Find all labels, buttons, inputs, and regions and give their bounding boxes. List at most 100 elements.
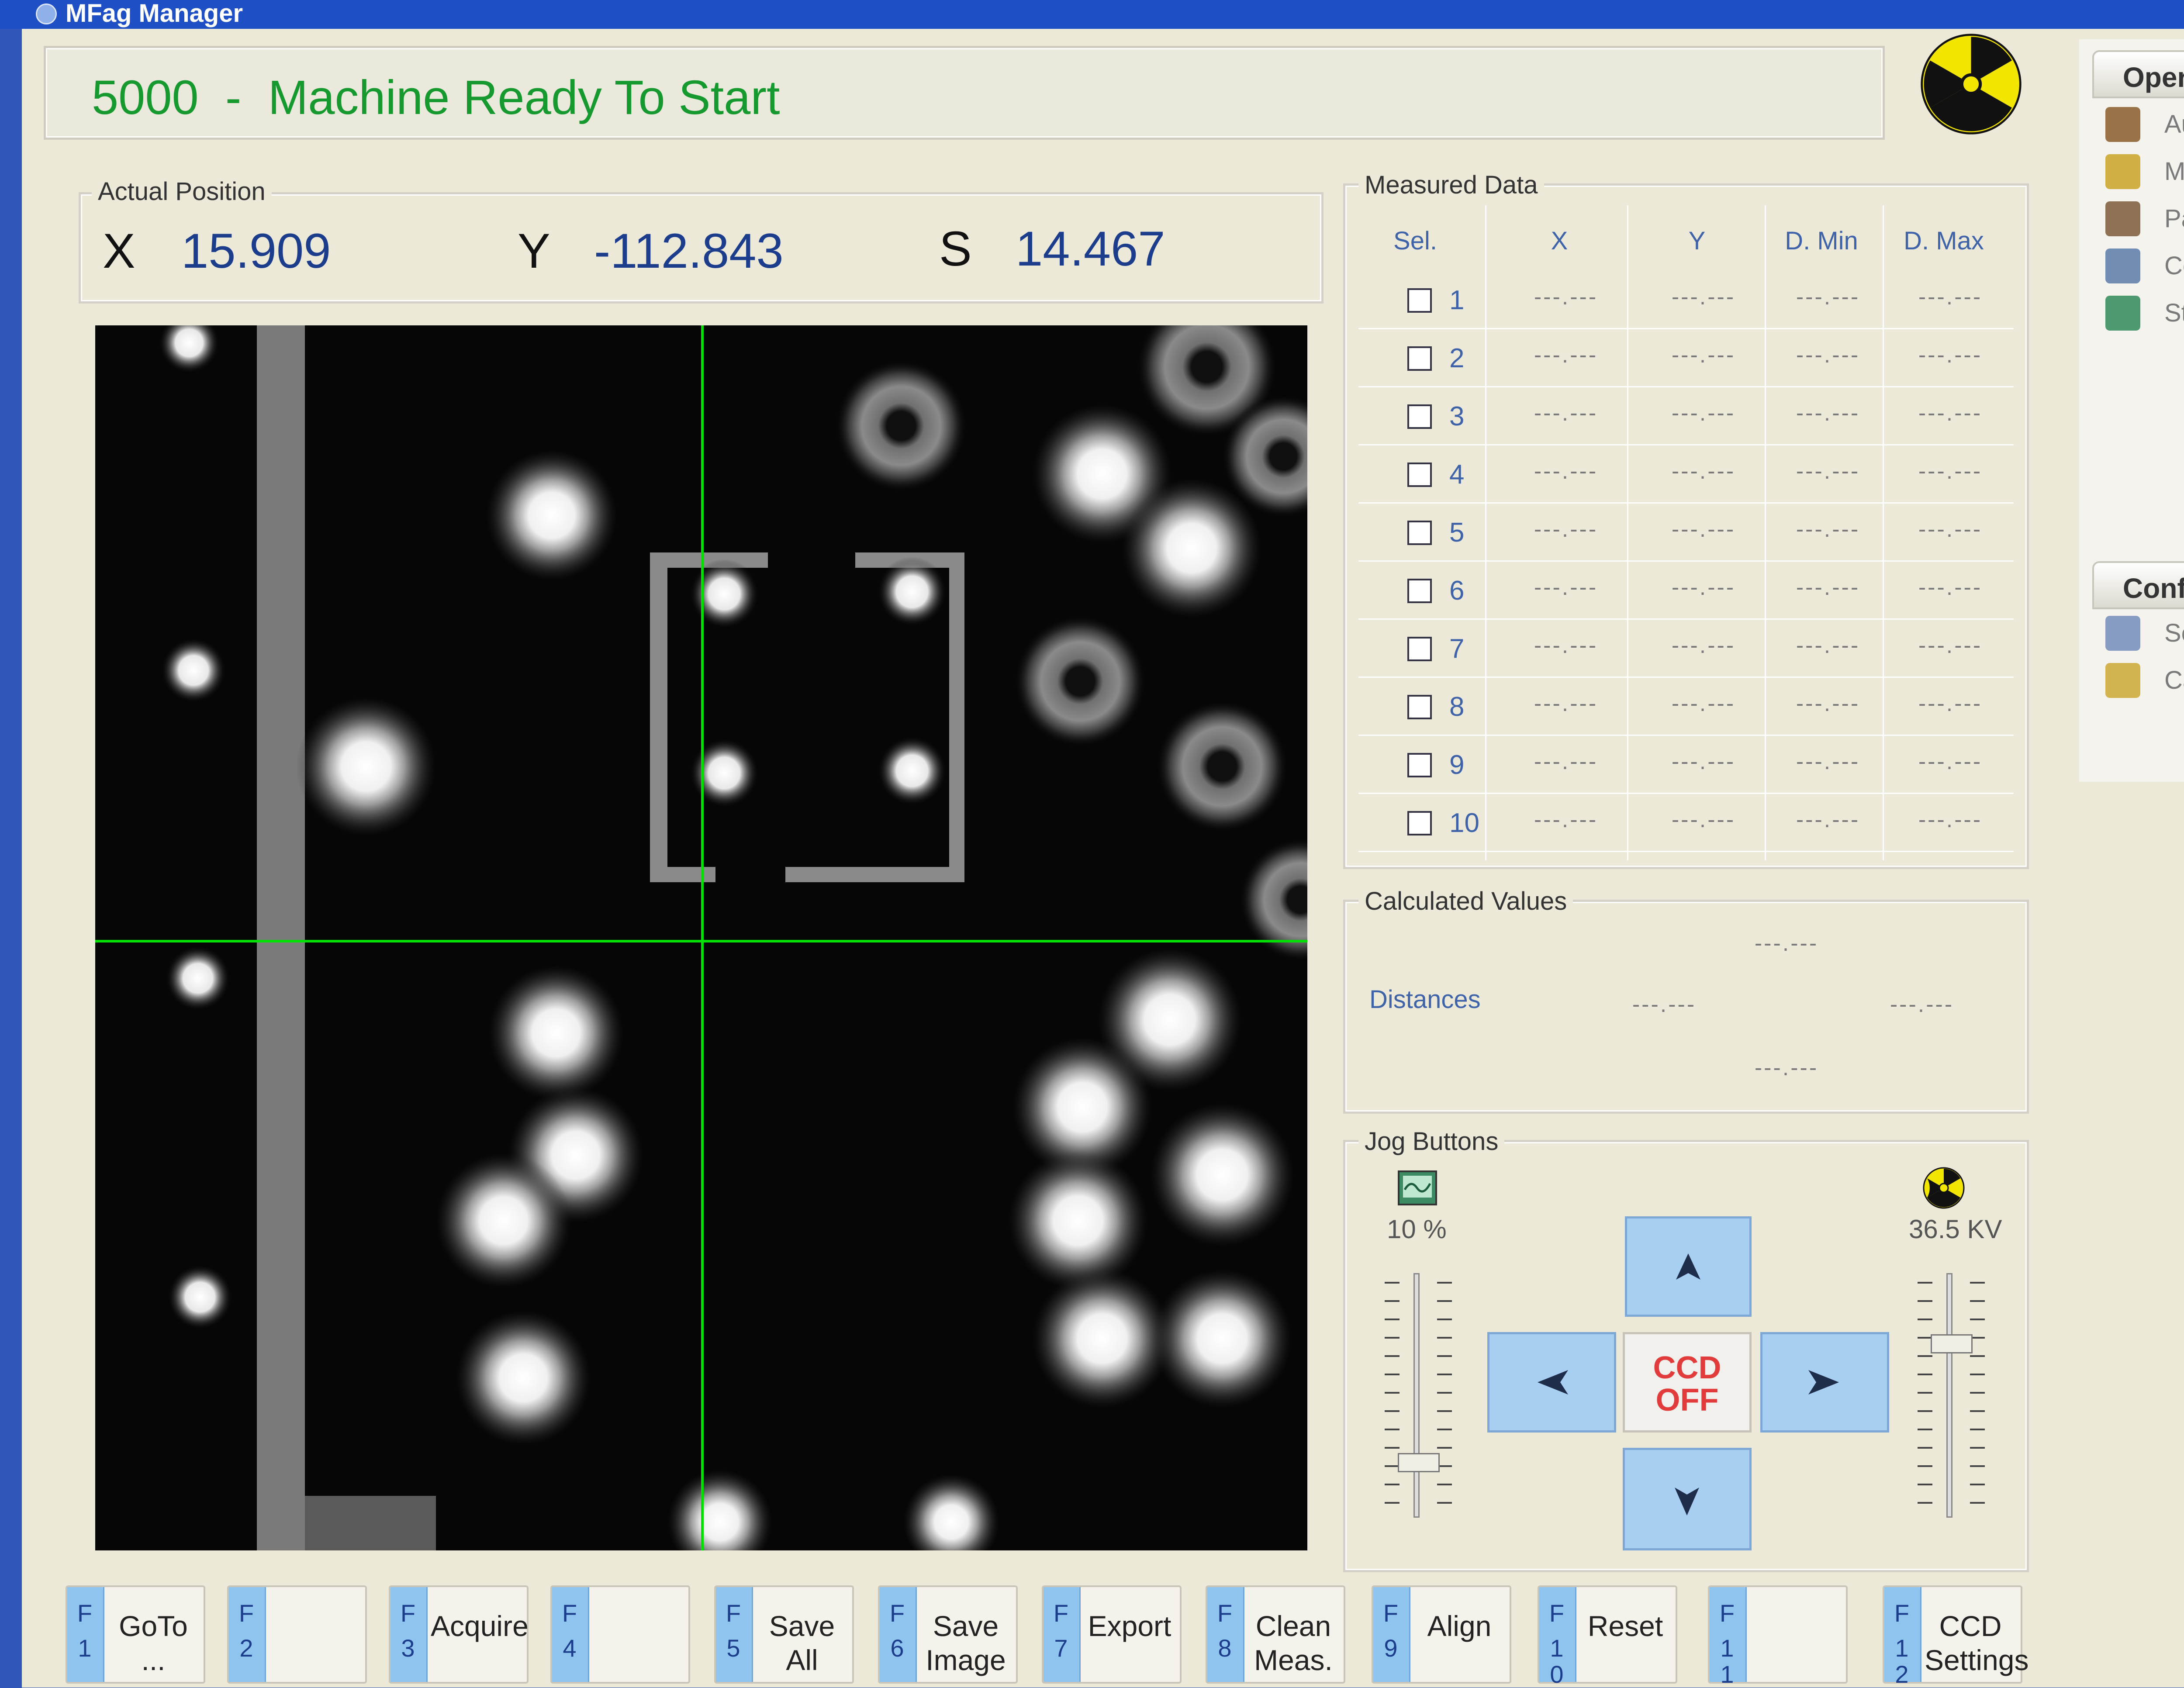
intensity-slider-thumb[interactable] <box>1398 1453 1440 1472</box>
x-axis-label: X <box>103 224 135 278</box>
kv-slider[interactable] <box>1904 1269 2001 1531</box>
sel-header: Sel. <box>1393 227 1437 255</box>
row-select-checkbox[interactable] <box>1407 288 1432 313</box>
slider-tick <box>1970 1410 1985 1412</box>
fkey-letter: F <box>1549 1599 1565 1627</box>
intensity-slider[interactable] <box>1372 1269 1468 1531</box>
radiation-small-icon <box>1923 1167 1965 1209</box>
distance-right-value: ---.--- <box>1890 992 1954 1017</box>
settings-wrench-icon <box>2105 616 2140 651</box>
slider-tick <box>1385 1374 1400 1375</box>
fkey-letter: F <box>1053 1599 1069 1627</box>
fkey-number: 7 <box>1054 1634 1068 1662</box>
slider-tick <box>1437 1447 1452 1449</box>
row-select-checkbox[interactable] <box>1407 404 1432 429</box>
manual-icon <box>2105 154 2140 189</box>
fkey-badge: F1 <box>67 1587 104 1682</box>
row-divider <box>1358 793 2014 794</box>
kv-slider-thumb[interactable] <box>1931 1334 1973 1353</box>
operations-item[interactable]: Manual <box>2164 157 2184 186</box>
intensity-value: 10 % <box>1387 1215 1447 1244</box>
intensity-slider-track <box>1413 1273 1420 1518</box>
reset-button[interactable]: F 10 Reset <box>1538 1585 1677 1688</box>
row-divider <box>1358 328 2014 329</box>
row-divider <box>1358 386 2014 387</box>
row-dmax-value: ---.--- <box>1918 575 1983 600</box>
row-select-checkbox[interactable] <box>1407 811 1432 835</box>
f4-button[interactable]: F4 <box>550 1585 690 1684</box>
row-select-checkbox[interactable] <box>1407 521 1432 545</box>
status-separator: - <box>225 71 242 124</box>
row-select-checkbox[interactable] <box>1407 579 1432 603</box>
operations-item[interactable]: Autom <box>2164 110 2184 139</box>
operations-item[interactable]: Counte <box>2164 251 2184 280</box>
fkey-letter: F <box>77 1599 93 1627</box>
slider-tick <box>1385 1429 1400 1430</box>
row-divider <box>1358 444 2014 445</box>
align-button[interactable]: F 9 Align <box>1372 1585 1511 1684</box>
fkey-letter: F <box>1217 1599 1233 1627</box>
calculated-values-legend: Calculated Values <box>1358 887 1573 916</box>
row-select-checkbox[interactable] <box>1407 637 1432 661</box>
fkey-badge: F 11 <box>1710 1587 1747 1688</box>
jog-right-button[interactable] <box>1760 1332 1889 1433</box>
fkey-label: Acquire <box>431 1610 529 1642</box>
slider-tick <box>1437 1374 1452 1375</box>
fkey-badge: F7 <box>1044 1587 1081 1682</box>
export-button[interactable]: F 7 Export <box>1042 1585 1182 1684</box>
row-number: 7 <box>1449 634 1465 664</box>
fkey-letter: F <box>726 1599 741 1627</box>
acquire-button[interactable]: F 3 Acquire <box>389 1585 529 1684</box>
fkey-number: 9 <box>1384 1634 1398 1662</box>
row-select-checkbox[interactable] <box>1407 753 1432 777</box>
fkey-badge: F4 <box>552 1587 589 1682</box>
row-dmin-value: ---.--- <box>1796 342 1860 368</box>
row-dmax-value: ---.--- <box>1918 517 1983 542</box>
jog-down-button[interactable] <box>1623 1448 1752 1550</box>
configuration-item[interactable]: Calibra <box>2164 666 2184 695</box>
row-x-value: ---.--- <box>1534 807 1598 832</box>
clean-meas-button[interactable]: F 8 Clean Meas. <box>1206 1585 1345 1684</box>
arrow-down-icon <box>1675 1488 1699 1515</box>
monitor-icon <box>1398 1170 1437 1205</box>
xray-camera-view[interactable] <box>95 325 1307 1550</box>
row-select-checkbox[interactable] <box>1407 695 1432 719</box>
row-divider <box>1358 502 2014 504</box>
f11-button[interactable]: F 11 <box>1708 1585 1848 1688</box>
fkey-badge: F2 <box>229 1587 266 1682</box>
row-divider <box>1358 677 2014 678</box>
dmin-header: D. Min <box>1785 227 1858 255</box>
slider-tick <box>1385 1319 1400 1320</box>
jog-left-button[interactable] <box>1487 1332 1616 1433</box>
slider-tick <box>1918 1429 1932 1430</box>
f2-button[interactable]: F2 <box>227 1585 367 1684</box>
distance-top-value: ---.--- <box>1754 931 1819 956</box>
save-all-button[interactable]: F 5 Save All <box>714 1585 854 1684</box>
row-dmax-value: ---.--- <box>1918 342 1983 368</box>
ccd-settings-button[interactable]: F 12 CCD Settings <box>1883 1585 2028 1688</box>
row-number: 2 <box>1449 343 1465 373</box>
row-dmin-value: ---.--- <box>1796 284 1860 310</box>
slider-tick <box>1970 1374 1985 1375</box>
fkey-number: 4 <box>563 1634 577 1662</box>
slider-tick <box>1918 1465 1932 1467</box>
row-dmax-value: ---.--- <box>1918 691 1983 716</box>
row-select-checkbox[interactable] <box>1407 346 1432 371</box>
column-divider <box>1883 205 1884 860</box>
slider-tick <box>1437 1355 1452 1357</box>
save-image-button[interactable]: F 6 Save Image <box>878 1585 1018 1684</box>
goto-button[interactable]: F 1 GoTo ... <box>66 1585 205 1684</box>
fkey-label: Save All <box>769 1610 835 1676</box>
row-select-checkbox[interactable] <box>1407 463 1432 487</box>
ccd-toggle-button[interactable]: CCD OFF <box>1623 1332 1752 1433</box>
row-y-value: ---.--- <box>1671 342 1736 368</box>
row-y-value: ---.--- <box>1671 633 1736 658</box>
row-divider <box>1358 618 2014 620</box>
operations-item[interactable]: Statist <box>2164 298 2184 328</box>
distances-label: Distances <box>1369 985 1481 1014</box>
operations-item[interactable]: Pattern <box>2164 204 2184 233</box>
dmax-header: D. Max <box>1904 227 1984 255</box>
row-y-value: ---.--- <box>1671 284 1736 310</box>
configuration-item[interactable]: Setting <box>2164 618 2184 648</box>
jog-up-button[interactable] <box>1625 1216 1752 1317</box>
